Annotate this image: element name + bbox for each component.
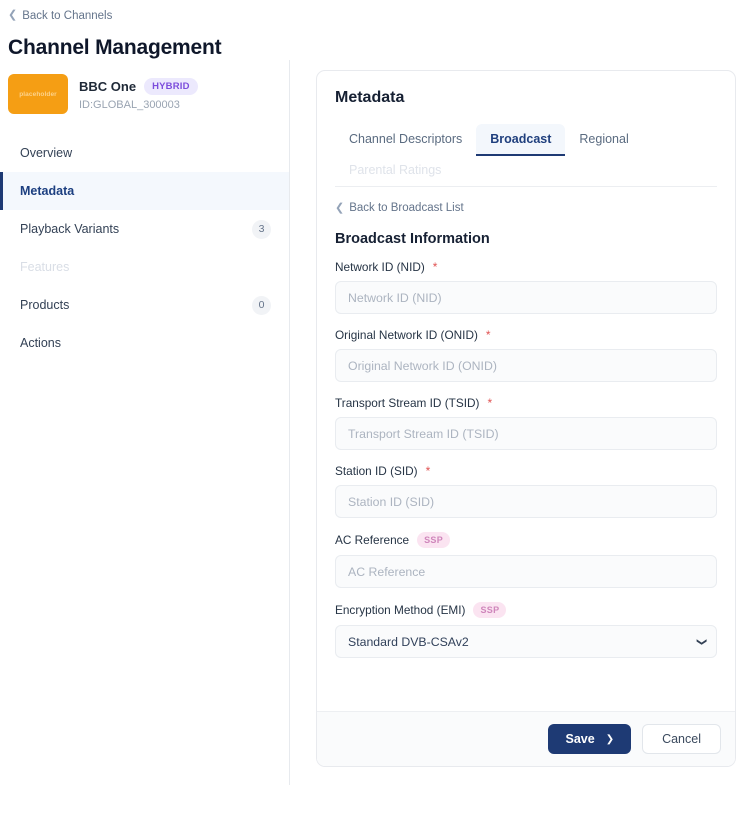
sidebar-item-features: Features bbox=[0, 248, 289, 286]
tab-label: Channel Descriptors bbox=[349, 132, 462, 146]
field-label-text: Network ID (NID) bbox=[335, 260, 425, 274]
sidebar-item-label: Playback Variants bbox=[20, 222, 119, 236]
ac-reference-input[interactable] bbox=[335, 555, 717, 588]
field-encryption-method: Encryption Method (EMI) SSP Standard DVB… bbox=[335, 602, 717, 658]
field-label: AC Reference SSP bbox=[335, 532, 717, 548]
metadata-tabs-row-2: Parental Ratings bbox=[335, 155, 717, 186]
channel-logo-text: placeholder bbox=[19, 91, 57, 98]
sidebar-item-overview[interactable]: Overview bbox=[0, 134, 289, 172]
channel-name-row: BBC One HYBRID bbox=[79, 78, 198, 95]
cancel-button[interactable]: Cancel bbox=[642, 724, 721, 754]
back-to-channels-label: Back to Channels bbox=[22, 9, 112, 23]
channel-info: BBC One HYBRID ID:GLOBAL_300003 bbox=[79, 78, 198, 111]
sidebar-item-metadata[interactable]: Metadata bbox=[0, 172, 289, 210]
back-to-broadcast-list-link[interactable]: ❮ Back to Broadcast List bbox=[335, 201, 464, 214]
station-id-input[interactable] bbox=[335, 485, 717, 518]
chevron-right-icon: ❯ bbox=[606, 734, 614, 745]
transport-stream-id-input[interactable] bbox=[335, 417, 717, 450]
required-marker: * bbox=[486, 328, 491, 342]
card-footer: Save ❯ Cancel bbox=[317, 711, 735, 766]
content-area: Metadata Channel Descriptors Broadcast R… bbox=[290, 60, 746, 785]
save-button-label: Save bbox=[565, 732, 594, 746]
field-transport-stream-id: Transport Stream ID (TSID) * bbox=[335, 396, 717, 450]
field-station-id: Station ID (SID) * bbox=[335, 464, 717, 518]
tab-label: Parental Ratings bbox=[349, 163, 441, 177]
sidebar-item-products[interactable]: Products 0 bbox=[0, 286, 289, 324]
original-network-id-input[interactable] bbox=[335, 349, 717, 382]
tab-parental-ratings: Parental Ratings bbox=[335, 155, 455, 186]
sidebar-item-actions[interactable]: Actions bbox=[0, 324, 289, 362]
tab-channel-descriptors[interactable]: Channel Descriptors bbox=[335, 124, 476, 155]
sidebar-item-label: Features bbox=[20, 260, 69, 274]
main-layout: placeholder BBC One HYBRID ID:GLOBAL_300… bbox=[0, 60, 746, 785]
metadata-card-body: Metadata Channel Descriptors Broadcast R… bbox=[317, 71, 735, 711]
channel-summary-card: placeholder BBC One HYBRID ID:GLOBAL_300… bbox=[0, 74, 289, 114]
sidebar: placeholder BBC One HYBRID ID:GLOBAL_300… bbox=[0, 60, 290, 785]
field-label-text: Transport Stream ID (TSID) bbox=[335, 396, 479, 410]
field-ac-reference: AC Reference SSP bbox=[335, 532, 717, 588]
channel-type-badge: HYBRID bbox=[144, 78, 198, 95]
section-title: Broadcast Information bbox=[335, 231, 717, 247]
required-marker: * bbox=[426, 464, 431, 478]
top-navigation: ❮ Back to Channels bbox=[0, 0, 746, 23]
sidebar-item-label: Actions bbox=[20, 336, 61, 350]
tab-label: Regional bbox=[579, 132, 628, 146]
sidebar-item-label: Overview bbox=[20, 146, 72, 160]
field-label: Network ID (NID) * bbox=[335, 260, 717, 274]
sidebar-item-label: Metadata bbox=[20, 184, 74, 198]
field-label-text: AC Reference bbox=[335, 533, 409, 547]
sidebar-item-count: 3 bbox=[252, 220, 271, 239]
encryption-method-select-wrapper: Standard DVB-CSAv2 ❯ bbox=[335, 625, 717, 658]
tab-broadcast[interactable]: Broadcast bbox=[476, 124, 565, 155]
tab-label: Broadcast bbox=[490, 132, 551, 146]
metadata-tabs: Channel Descriptors Broadcast Regional P… bbox=[335, 124, 717, 187]
required-marker: * bbox=[487, 396, 492, 410]
sidebar-nav: Overview Metadata Playback Variants 3 Fe… bbox=[0, 134, 289, 362]
field-label: Encryption Method (EMI) SSP bbox=[335, 602, 717, 618]
channel-id: ID:GLOBAL_300003 bbox=[79, 99, 198, 111]
ssp-badge: SSP bbox=[473, 602, 506, 618]
chevron-left-icon: ❮ bbox=[335, 201, 344, 214]
metadata-panel-title: Metadata bbox=[335, 89, 717, 107]
tab-regional[interactable]: Regional bbox=[565, 124, 642, 155]
back-to-channels-link[interactable]: ❮ Back to Channels bbox=[8, 9, 112, 23]
network-id-input[interactable] bbox=[335, 281, 717, 314]
field-label-text: Station ID (SID) bbox=[335, 464, 418, 478]
encryption-method-select[interactable]: Standard DVB-CSAv2 bbox=[335, 625, 717, 658]
channel-logo-placeholder: placeholder bbox=[8, 74, 68, 114]
back-to-broadcast-list-label: Back to Broadcast List bbox=[349, 202, 463, 214]
save-button[interactable]: Save ❯ bbox=[548, 724, 631, 754]
page-title: Channel Management bbox=[0, 23, 746, 60]
chevron-left-icon: ❮ bbox=[8, 10, 17, 21]
metadata-card: Metadata Channel Descriptors Broadcast R… bbox=[316, 70, 736, 767]
field-label: Transport Stream ID (TSID) * bbox=[335, 396, 717, 410]
ssp-badge: SSP bbox=[417, 532, 450, 548]
field-label-text: Original Network ID (ONID) bbox=[335, 328, 478, 342]
field-network-id: Network ID (NID) * bbox=[335, 260, 717, 314]
channel-name: BBC One bbox=[79, 79, 136, 94]
sidebar-item-playback-variants[interactable]: Playback Variants 3 bbox=[0, 210, 289, 248]
field-original-network-id: Original Network ID (ONID) * bbox=[335, 328, 717, 382]
sidebar-item-label: Products bbox=[20, 298, 69, 312]
required-marker: * bbox=[433, 260, 438, 274]
field-label-text: Encryption Method (EMI) bbox=[335, 603, 465, 617]
sidebar-item-count: 0 bbox=[252, 296, 271, 315]
field-label: Station ID (SID) * bbox=[335, 464, 717, 478]
field-label: Original Network ID (ONID) * bbox=[335, 328, 717, 342]
